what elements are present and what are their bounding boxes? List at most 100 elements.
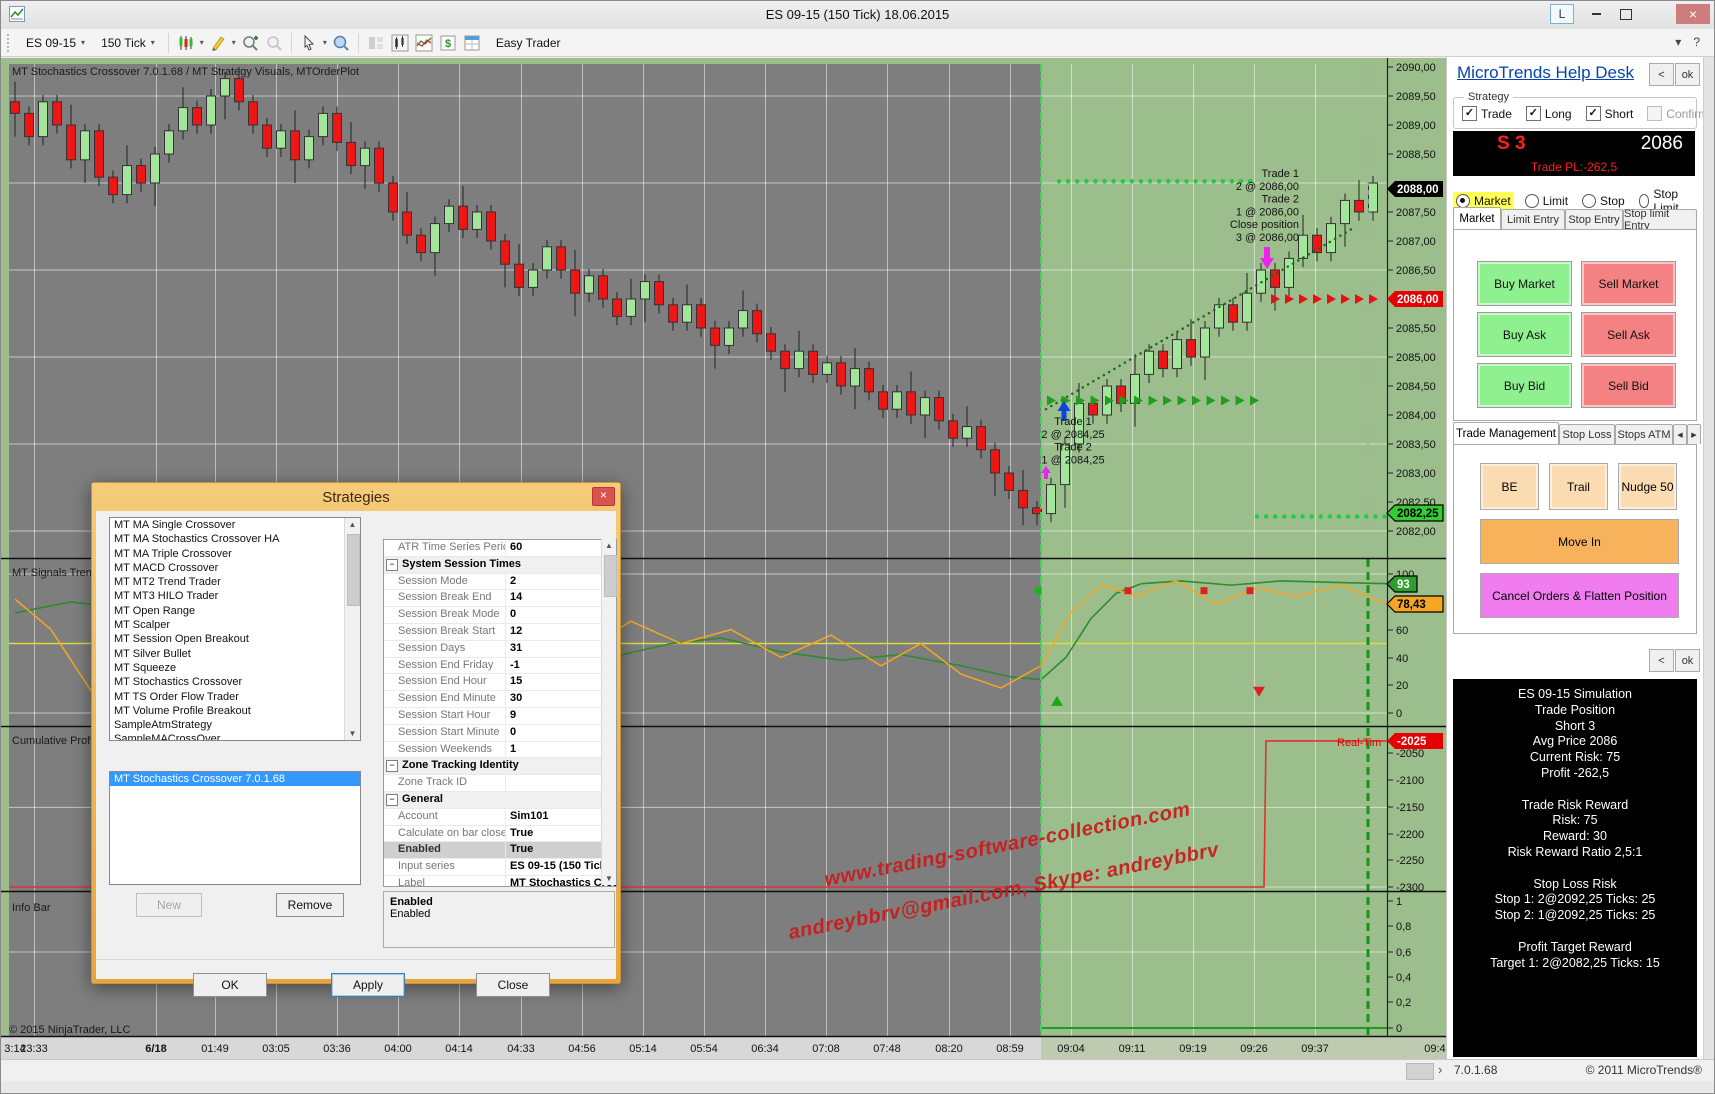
buy-bid-button[interactable]: Buy Bid (1477, 363, 1572, 408)
strategy-list-item[interactable]: MT MA Stochastics Crossover HA (110, 532, 360, 546)
svg-text:2085,00: 2085,00 (1396, 352, 1436, 364)
tab-trade-management[interactable]: Trade Management (1453, 422, 1559, 445)
buy-ask-button[interactable]: Buy Ask (1477, 312, 1572, 357)
strategy-list-item[interactable]: MT Stochastics Crossover (110, 675, 360, 689)
sell-market-button[interactable]: Sell Market (1581, 261, 1676, 306)
remove-button[interactable]: Remove (276, 893, 344, 917)
help-desk-link[interactable]: MicroTrends Help Desk (1457, 63, 1634, 83)
tab-scroll-right-icon[interactable]: ▶ (1687, 424, 1701, 444)
radio-limit[interactable]: Limit (1522, 192, 1571, 210)
scrollbar-thumb[interactable] (1406, 1063, 1434, 1080)
checkbox-box[interactable] (1647, 106, 1662, 121)
signal-square (1125, 587, 1132, 594)
property-row[interactable]: Session Break End14 (384, 590, 616, 607)
grid-scrollbar[interactable]: ▲▼ (601, 539, 616, 885)
cancel-flatten-button[interactable]: Cancel Orders & Flatten Position (1480, 573, 1679, 618)
svg-text:93: 93 (1397, 579, 1410, 591)
property-row[interactable]: Session End Friday-1 (384, 658, 616, 675)
checkbox-box[interactable]: ✓ (1526, 106, 1541, 121)
info-line: Trade Position (1453, 703, 1697, 719)
panel-ok-button[interactable]: ok (1675, 63, 1700, 86)
svg-text:05:54: 05:54 (690, 1043, 718, 1055)
property-row[interactable]: Session Weekends1 (384, 742, 616, 759)
property-row[interactable]: Session End Minute30 (384, 691, 616, 708)
strategy-property-grid[interactable]: ATR Time Series Peric60−System Session T… (383, 539, 617, 887)
property-row[interactable]: Zone Track ID (384, 775, 616, 792)
radio-stop[interactable]: Stop (1579, 192, 1628, 210)
property-row[interactable]: Session Mode2 (384, 574, 616, 591)
property-row[interactable]: Session End Hour15 (384, 674, 616, 691)
tab-stop-loss[interactable]: Stop Loss (1559, 424, 1615, 444)
property-group-row[interactable]: −System Session Times (384, 557, 616, 574)
property-row[interactable]: Session Break Start12 (384, 624, 616, 641)
panel-back-button-2[interactable]: < (1649, 649, 1674, 672)
configured-strategies-list[interactable]: MT Stochastics Crossover 7.0.1.68 (109, 771, 361, 885)
svg-text:01:49: 01:49 (201, 1043, 229, 1055)
scroll-right-arrow[interactable]: › (1438, 1062, 1442, 1077)
strategy-group-label: Strategy (1464, 91, 1513, 103)
checkbox-box[interactable]: ✓ (1586, 106, 1601, 121)
be-button[interactable]: BE (1480, 463, 1539, 510)
strategy-list-item[interactable]: MT Open Range (110, 604, 360, 618)
property-row[interactable]: Session Days31 (384, 641, 616, 658)
tab-scroll-left-icon[interactable]: ◀ (1673, 424, 1687, 444)
property-row[interactable]: Session Break Mode0 (384, 607, 616, 624)
svg-text:0: 0 (1396, 708, 1402, 720)
checkbox-confirm[interactable]: Confirm (1647, 106, 1708, 121)
strategy-list-item[interactable]: MT MA Triple Crossover (110, 547, 360, 561)
property-group-row[interactable]: −General (384, 792, 616, 809)
property-row[interactable]: Session Start Minute0 (384, 725, 616, 742)
ok-button[interactable]: OK (193, 973, 267, 997)
strategy-list-item[interactable]: SampleAtmStrategy (110, 718, 360, 732)
checkbox-box[interactable]: ✓ (1462, 106, 1477, 121)
strategy-list-item[interactable]: MT Squeeze (110, 661, 360, 675)
checkbox-short[interactable]: ✓Short (1586, 106, 1634, 121)
svg-text:0,2: 0,2 (1396, 997, 1411, 1009)
panel-scrollbar[interactable] (1703, 57, 1715, 1059)
close-dialog-button[interactable]: Close (476, 973, 550, 997)
strategy-list-item[interactable]: MT MACD Crossover (110, 561, 360, 575)
dialog-close-icon[interactable]: × (592, 487, 615, 506)
trail-button[interactable]: Trail (1549, 463, 1608, 510)
nudge-50-button[interactable]: Nudge 50 (1618, 463, 1677, 510)
strategy-list-item[interactable]: MT Silver Bullet (110, 647, 360, 661)
tab-limit-entry[interactable]: Limit Entry (1501, 209, 1565, 229)
property-row[interactable]: AccountSim101 (384, 809, 616, 826)
strategy-list-item[interactable]: SampleMACrossOver (110, 732, 360, 741)
list-scrollbar[interactable]: ▲▼ (344, 518, 360, 740)
strategy-list-item[interactable]: MT Scalper (110, 618, 360, 632)
tab-market[interactable]: Market (1453, 207, 1501, 230)
property-row[interactable]: ATR Time Series Peric60 (384, 540, 616, 557)
strategy-list-item[interactable]: MT TS Order Flow Trader (110, 690, 360, 704)
available-strategies-list[interactable]: MT MA Single CrossoverMT MA Stochastics … (109, 517, 361, 741)
strategy-list-item[interactable]: MT MT2 Trend Trader (110, 575, 360, 589)
sell-bid-button[interactable]: Sell Bid (1581, 363, 1676, 408)
tab-stop-limit-entry[interactable]: Stop limit Entry (1623, 209, 1697, 229)
svg-text:-2150: -2150 (1396, 802, 1424, 814)
property-row[interactable]: Session Start Hour9 (384, 708, 616, 725)
panel-back-button[interactable]: < (1649, 63, 1674, 86)
property-row[interactable]: Input seriesES 09-15 (150 Tick) (384, 859, 616, 876)
svg-text:-2100: -2100 (1396, 775, 1424, 787)
info-line: Short 3 (1453, 719, 1697, 735)
sell-ask-button[interactable]: Sell Ask (1581, 312, 1676, 357)
property-group-row[interactable]: −Zone Tracking Identity (384, 758, 616, 775)
new-button[interactable]: New (136, 893, 202, 917)
tab-stop-entry[interactable]: Stop Entry (1565, 209, 1623, 229)
checkbox-trade[interactable]: ✓Trade (1462, 106, 1512, 121)
property-row[interactable]: Calculate on bar closeTrue (384, 826, 616, 843)
strategy-list-item[interactable]: MT MT3 HILO Trader (110, 589, 360, 603)
property-row[interactable]: LabelMT Stochastics Crosso (384, 876, 616, 887)
panel-ok-button-2[interactable]: ok (1675, 649, 1700, 672)
checkbox-long[interactable]: ✓Long (1526, 106, 1572, 121)
apply-button[interactable]: Apply (331, 973, 405, 997)
move-in-button[interactable]: Move In (1480, 519, 1679, 564)
strategy-list-item[interactable]: MT MA Single Crossover (110, 518, 360, 532)
strategy-list-item[interactable]: MT Session Open Breakout (110, 632, 360, 646)
info-line: Stop 1: 2@2092,25 Ticks: 25 (1453, 892, 1697, 908)
property-row[interactable]: EnabledTrue (384, 842, 616, 859)
configured-strategy-item[interactable]: MT Stochastics Crossover 7.0.1.68 (110, 772, 360, 786)
buy-market-button[interactable]: Buy Market (1477, 261, 1572, 306)
strategy-list-item[interactable]: MT Volume Profile Breakout (110, 704, 360, 718)
tab-stops-atm[interactable]: Stops ATM (1615, 424, 1673, 444)
